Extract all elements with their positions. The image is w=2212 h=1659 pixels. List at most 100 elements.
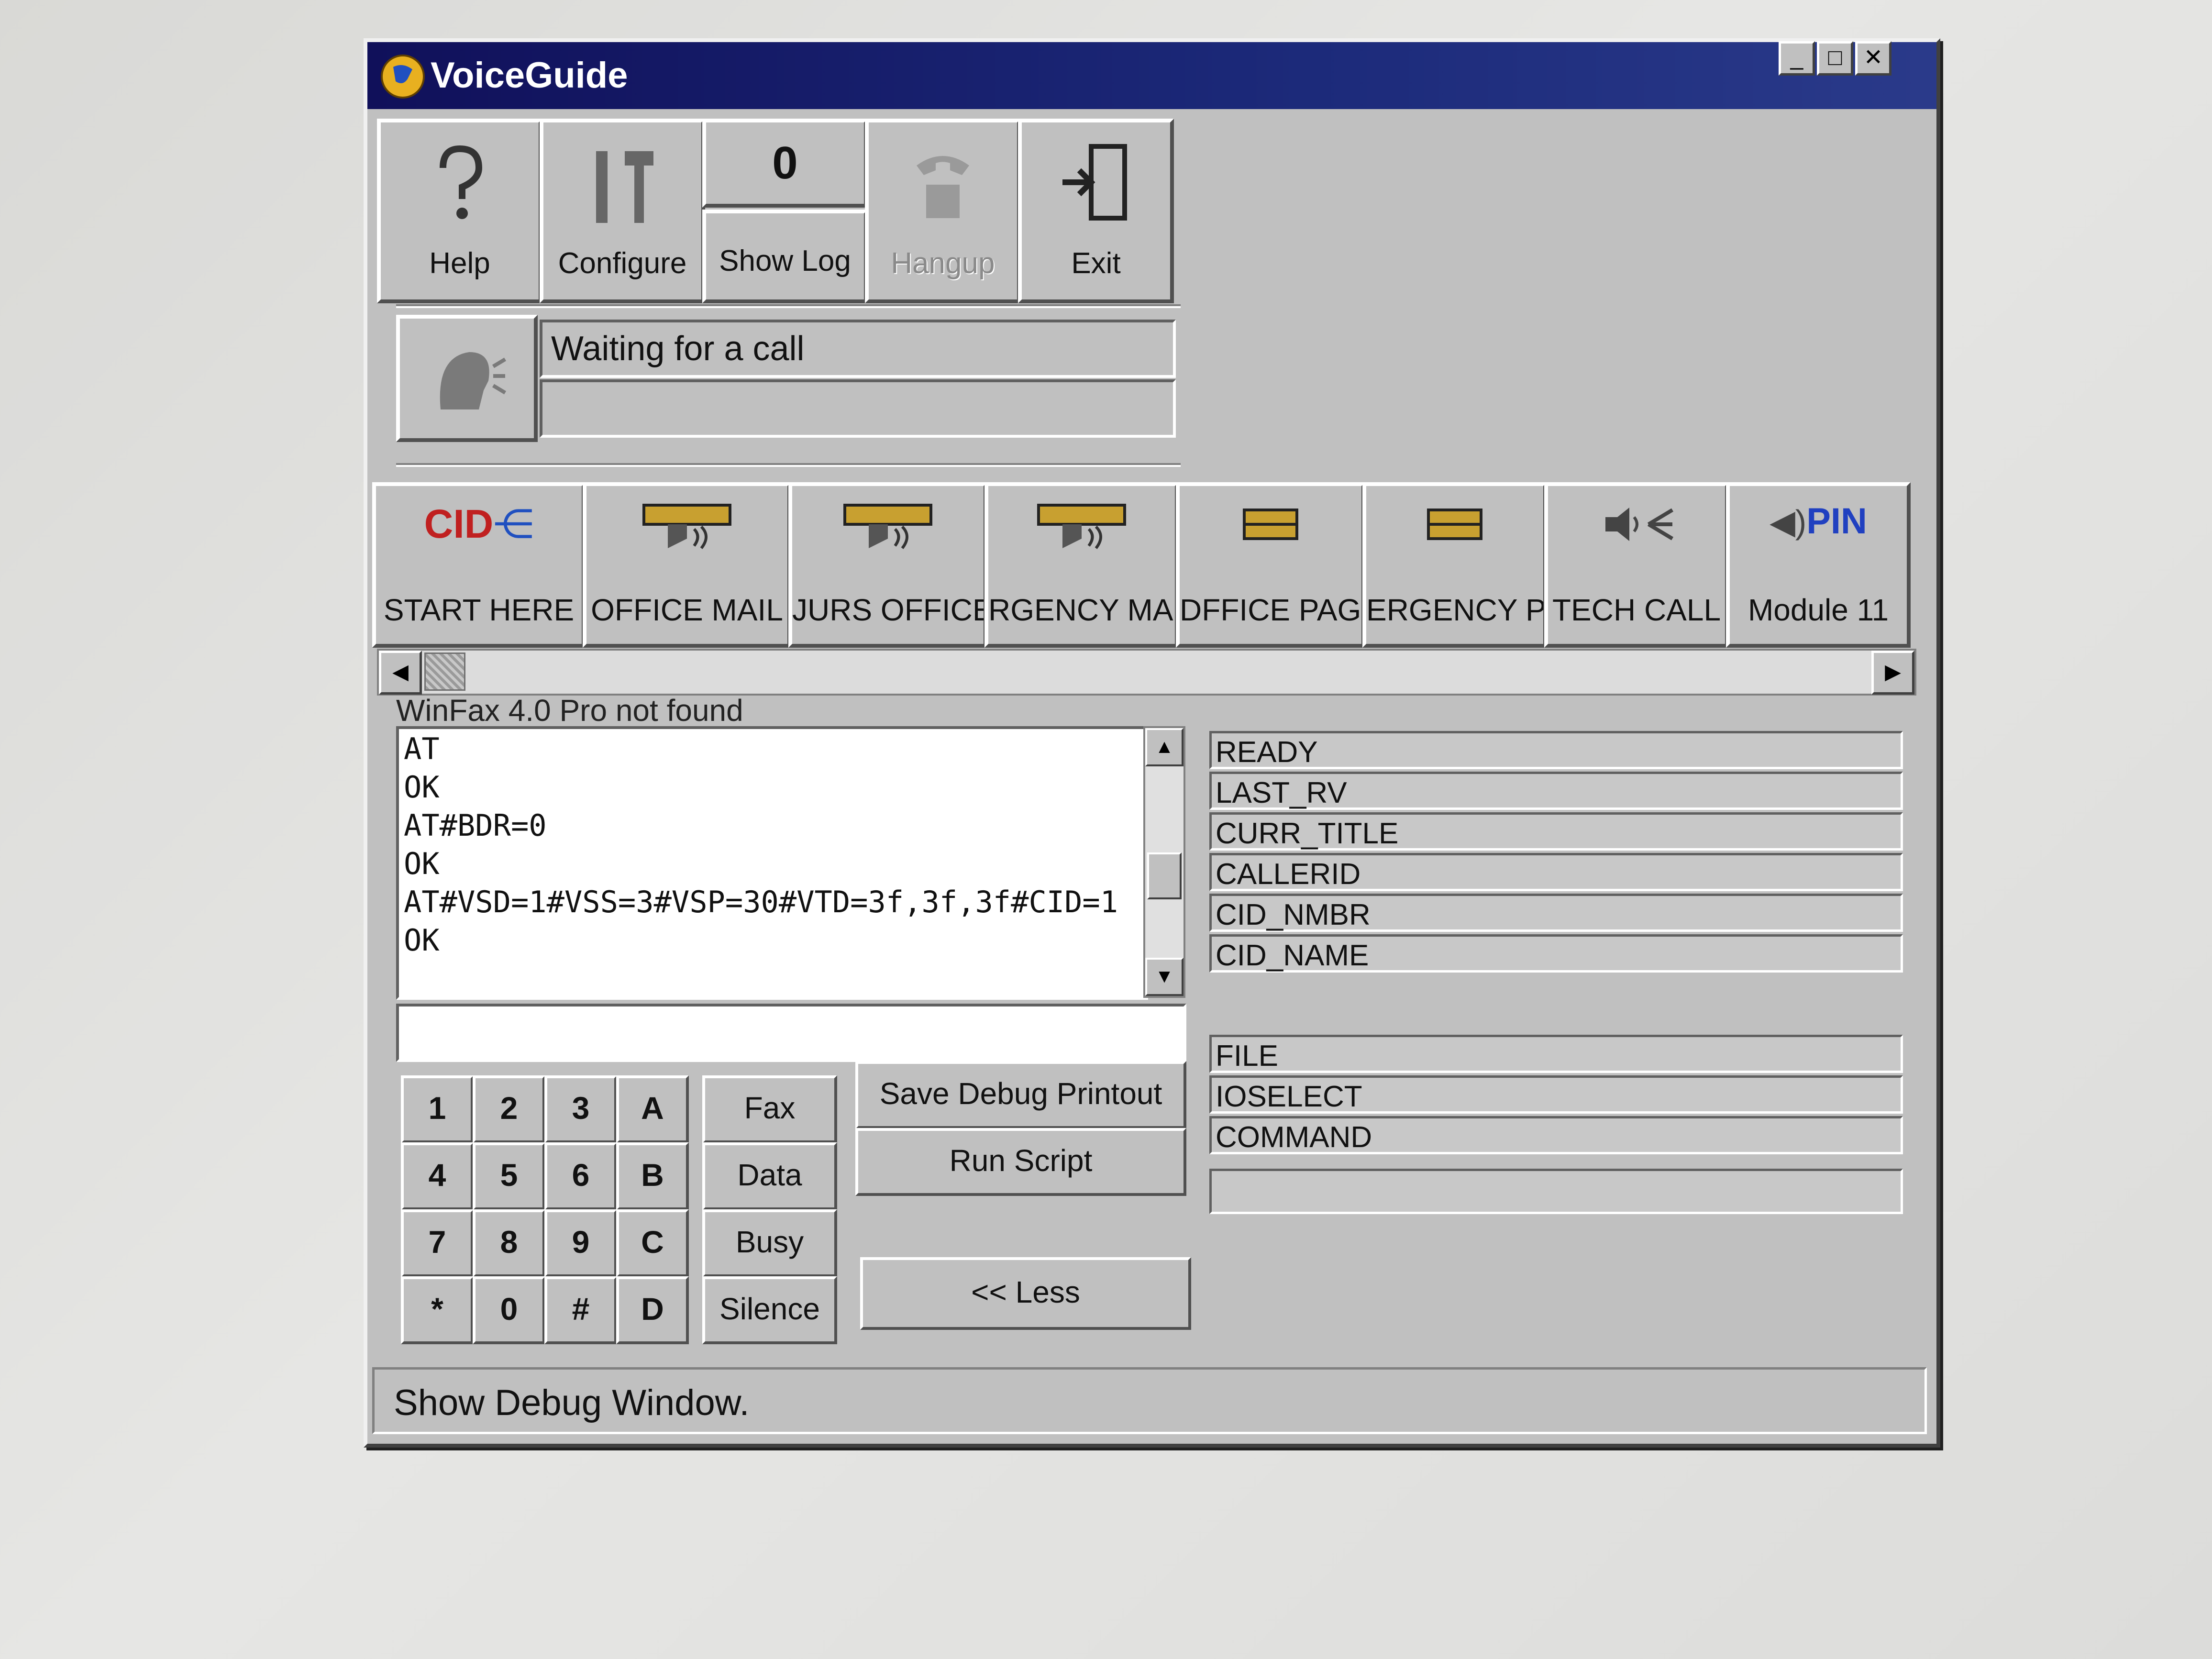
scroll-down-arrow-icon[interactable]: ▼ — [1145, 958, 1183, 996]
busy-button[interactable]: Busy — [702, 1209, 837, 1277]
hangup-button[interactable]: Hangup — [865, 119, 1021, 303]
module-label: Module 11 — [1747, 593, 1889, 627]
module-label: OFFICE MAIL — [591, 593, 783, 627]
data-button[interactable]: Data — [702, 1142, 837, 1210]
field-ioselect: IOSELECT — [1209, 1075, 1903, 1114]
tools-icon — [596, 151, 653, 223]
silence-button[interactable]: Silence — [702, 1276, 837, 1344]
key-9[interactable]: 9 — [544, 1209, 617, 1277]
key-hash[interactable]: # — [544, 1276, 617, 1344]
module-label: ERGENCY PA — [1366, 593, 1547, 627]
call-counter: 0 — [702, 119, 868, 208]
help-label: Help — [429, 247, 490, 280]
field-command: COMMAND — [1209, 1116, 1903, 1154]
tape-icon — [1243, 509, 1298, 540]
log-line: OK — [404, 846, 440, 881]
log-line: OK — [404, 770, 440, 805]
log-line: AT — [404, 731, 440, 766]
field-cid-nmbr: CID_NMBR — [1209, 894, 1903, 932]
module-label: DFFICE PAGE — [1180, 593, 1365, 627]
status-bar: Show Debug Window. — [372, 1367, 1927, 1434]
show-log-label: Show Log — [719, 244, 851, 277]
hangup-label: Hangup — [891, 247, 995, 280]
module-emergency-page[interactable]: ERGENCY PA — [1362, 482, 1547, 648]
command-input[interactable] — [396, 1004, 1186, 1062]
field-callerid: CALLERID — [1209, 853, 1903, 891]
field-ready: READY — [1209, 731, 1903, 769]
scroll-thumb[interactable] — [1147, 852, 1182, 899]
winfax-note: WinFax 4.0 Pro not found — [396, 693, 743, 728]
close-button[interactable]: ✕ — [1855, 41, 1891, 76]
module-start-here[interactable]: CID⋲ START HERE — [372, 482, 586, 648]
cid-split-icon: CID⋲ — [424, 501, 534, 546]
module-emergency-mail[interactable]: RGENCY MAIL — [984, 482, 1179, 648]
debug-log[interactable]: AT OK AT#BDR=0 OK AT#VSD=1#VSS=3#VSP=30#… — [396, 726, 1148, 1000]
status-line-2 — [540, 379, 1176, 438]
scroll-right-arrow-icon[interactable]: ▶ — [1871, 651, 1914, 695]
speaker-button[interactable] — [396, 315, 538, 442]
module-office-mail[interactable]: OFFICE MAIL — [583, 482, 791, 648]
key-b[interactable]: B — [616, 1142, 689, 1210]
key-c[interactable]: C — [616, 1209, 689, 1277]
configure-label: Configure — [558, 247, 687, 280]
module-label: JURS OFFICE — [792, 593, 987, 627]
exit-label: Exit — [1071, 247, 1121, 280]
window-title: VoiceGuide — [431, 55, 628, 96]
title-bar[interactable]: VoiceGuide — [367, 42, 1936, 109]
phone-icon — [917, 156, 969, 218]
key-3[interactable]: 3 — [544, 1075, 617, 1143]
module-11[interactable]: ◀)PIN Module 11 — [1726, 482, 1911, 648]
run-script-button[interactable]: Run Script — [855, 1128, 1186, 1196]
module-hours-office[interactable]: JURS OFFICE — [788, 482, 987, 648]
module-label: START HERE — [383, 593, 575, 627]
field-cid-name: CID_NAME — [1209, 934, 1903, 973]
status-divider — [396, 463, 1181, 467]
voiceguide-window: VoiceGuide _ □ ✕ Help Configure 0 Show L… — [364, 38, 1940, 1448]
key-4[interactable]: 4 — [401, 1142, 474, 1210]
question-mark-icon — [440, 145, 483, 219]
module-office-page[interactable]: DFFICE PAGE — [1176, 482, 1365, 648]
log-line: AT#VSD=1#VSS=3#VSP=30#VTD=3f,3f,3f#CID=1 — [404, 885, 1118, 919]
save-debug-printout-button[interactable]: Save Debug Printout — [855, 1061, 1186, 1129]
key-7[interactable]: 7 — [401, 1209, 474, 1277]
key-1[interactable]: 1 — [401, 1075, 474, 1143]
exit-button[interactable]: Exit — [1018, 119, 1174, 303]
minimize-button[interactable]: _ — [1779, 41, 1815, 76]
log-line: OK — [404, 923, 440, 958]
scroll-left-arrow-icon[interactable]: ◀ — [379, 651, 422, 695]
status-line-1: Waiting for a call — [540, 320, 1176, 378]
less-button[interactable]: << Less — [860, 1257, 1191, 1330]
show-log-button[interactable]: Show Log — [702, 210, 868, 303]
field-file: FILE — [1209, 1035, 1903, 1073]
key-a[interactable]: A — [616, 1075, 689, 1143]
talking-head-icon — [440, 352, 507, 409]
key-0[interactable]: 0 — [473, 1276, 545, 1344]
tape-speaker-icon — [642, 504, 731, 549]
key-6[interactable]: 6 — [544, 1142, 617, 1210]
key-star[interactable]: * — [401, 1276, 474, 1344]
help-button[interactable]: Help — [377, 119, 542, 303]
configure-button[interactable]: Configure — [540, 119, 705, 303]
tape-speaker-icon — [843, 504, 932, 549]
key-8[interactable]: 8 — [473, 1209, 545, 1277]
key-5[interactable]: 5 — [473, 1142, 545, 1210]
field-last-rv: LAST_RV — [1209, 772, 1903, 810]
fax-button[interactable]: Fax — [702, 1075, 837, 1143]
speaker-pin-icon: ◀)PIN — [1770, 501, 1867, 542]
field-curr-title: CURR_TITLE — [1209, 812, 1903, 851]
speaker-split-icon — [1605, 508, 1674, 541]
exit-door-icon — [1062, 144, 1127, 221]
call-counter-value: 0 — [772, 137, 798, 188]
module-tech-call[interactable]: TECH CALL — [1544, 482, 1729, 648]
scroll-up-arrow-icon[interactable]: ▲ — [1145, 728, 1183, 766]
log-line: AT#BDR=0 — [404, 808, 547, 843]
key-2[interactable]: 2 — [473, 1075, 545, 1143]
field-empty — [1209, 1169, 1903, 1214]
tape-speaker-icon — [1037, 504, 1126, 549]
scroll-thumb[interactable] — [424, 653, 465, 691]
key-d[interactable]: D — [616, 1276, 689, 1344]
toolbar-divider — [396, 304, 1181, 308]
log-scrollbar[interactable]: ▲ ▼ — [1143, 726, 1185, 998]
module-scrollbar[interactable]: ◀ ▶ — [377, 649, 1916, 696]
maximize-button[interactable]: □ — [1817, 41, 1853, 76]
